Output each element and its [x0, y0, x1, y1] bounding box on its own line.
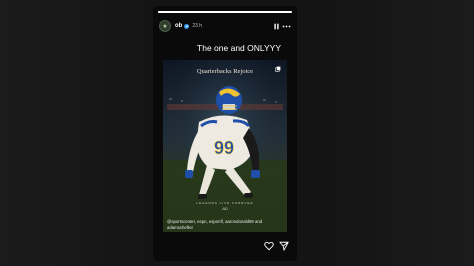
more-icon: [282, 25, 290, 27]
pause-button[interactable]: [271, 21, 281, 31]
story-progress-bar: [158, 11, 292, 13]
post-signature: AD: [222, 206, 228, 211]
post-mentions[interactable]: @sportscenter, espn, espnnfl, aarondonal…: [167, 219, 283, 231]
share-button[interactable]: [279, 241, 289, 251]
verified-icon: [184, 23, 190, 29]
post-credit: LEGENDS LIVE FOREVER: [196, 201, 254, 205]
like-button[interactable]: [264, 241, 274, 251]
story-footer: [264, 241, 289, 251]
post-title: Quarterbacks Rejoice: [196, 68, 254, 75]
copy-icon: [275, 66, 281, 72]
story-progress-fill: [158, 11, 292, 13]
story-viewer[interactable]: ★ ob 23 h The one and ONLYYY 99 Quarterb…: [153, 6, 297, 261]
pause-icon: [273, 23, 279, 29]
story-caption: The one and ONLYYY: [197, 43, 281, 53]
username[interactable]: ob: [175, 23, 182, 29]
story-header: ★ ob 23 h: [159, 19, 291, 33]
timestamp: 23 h: [192, 23, 203, 29]
heart-icon: [264, 241, 274, 251]
svg-text:99: 99: [214, 138, 234, 158]
avatar[interactable]: ★: [159, 20, 171, 32]
shared-post[interactable]: 99 Quarterbacks Rejoice LEGENDS LIVE FOR…: [163, 60, 287, 232]
more-options-button[interactable]: [281, 21, 291, 31]
send-icon: [279, 241, 289, 251]
avatar-glyph: ★: [162, 23, 168, 30]
